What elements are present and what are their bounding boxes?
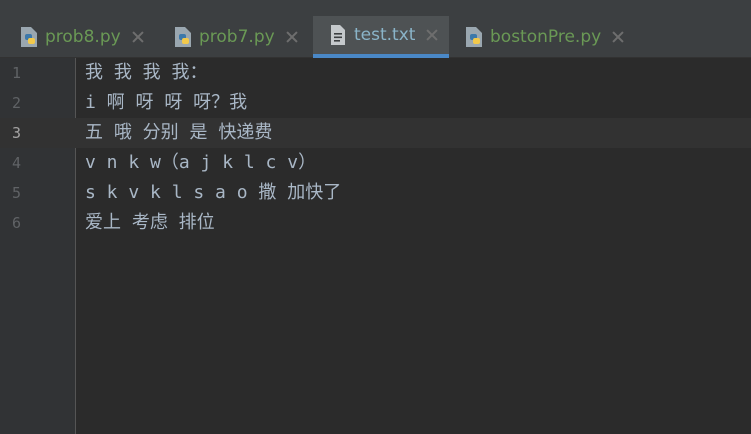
tab-prob7[interactable]: prob7.py [172, 16, 312, 58]
close-icon[interactable] [611, 30, 625, 44]
line-text[interactable]: s k v k l s a o 撒 加快了 [85, 178, 341, 208]
editor-line[interactable]: 4 v n k w（a j k l c v） [0, 148, 751, 178]
tab-bar: prob8.py prob7.py test.txt bostonPre.py [0, 16, 751, 58]
tab-test-txt[interactable]: test.txt [313, 16, 449, 58]
python-file-icon [466, 27, 482, 47]
line-text[interactable]: 五 哦 分别 是 快递费 [85, 118, 272, 148]
editor-line[interactable]: 6 爱上 考虑 排位 [0, 208, 751, 238]
window-top-edge [0, 0, 751, 16]
tab-label: prob7.py [199, 27, 275, 47]
python-file-icon [175, 27, 191, 47]
editor-line[interactable]: 2 i 啊 呀 呀 呀？我 [0, 88, 751, 118]
close-icon[interactable] [425, 28, 439, 42]
editor-line-current[interactable]: 3 五 哦 分别 是 快递费 [0, 118, 751, 148]
python-file-icon [21, 27, 37, 47]
line-number: 5 [12, 184, 22, 202]
editor-window: prob8.py prob7.py test.txt bostonPre.py … [0, 0, 751, 434]
line-number: 1 [12, 64, 22, 82]
line-text[interactable]: 爱上 考虑 排位 [85, 208, 215, 238]
close-icon[interactable] [285, 30, 299, 44]
line-number: 3 [12, 124, 22, 142]
tab-label: prob8.py [45, 27, 121, 47]
line-number: 4 [12, 154, 22, 172]
line-text[interactable]: 我 我 我 我： [85, 58, 208, 88]
line-number: 6 [12, 214, 22, 232]
text-file-icon [331, 25, 345, 45]
line-number: 2 [12, 94, 22, 112]
tab-prob8[interactable]: prob8.py [18, 16, 158, 58]
editor-line[interactable]: 1 我 我 我 我： [0, 58, 751, 88]
close-icon[interactable] [131, 30, 145, 44]
line-text[interactable]: i 啊 呀 呀 呀？我 [85, 88, 247, 118]
editor-line[interactable]: 5 s k v k l s a o 撒 加快了 [0, 178, 751, 208]
tab-bostonpre[interactable]: bostonPre.py [463, 16, 633, 58]
line-text[interactable]: v n k w（a j k l c v） [85, 148, 316, 178]
tab-label: test.txt [354, 25, 416, 45]
tab-label: bostonPre.py [490, 27, 602, 47]
